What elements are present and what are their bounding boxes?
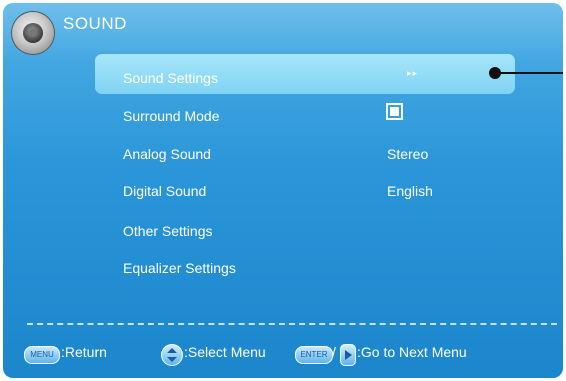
sound-menu-screen: SOUND Sound Settings ▸▸ Surround Mode An… (3, 3, 563, 378)
analog-sound-value: Stereo (387, 146, 429, 162)
menu-item-sound-settings[interactable]: Sound Settings (123, 70, 218, 86)
speaker-icon (12, 12, 54, 54)
menu-item-other-settings[interactable]: Other Settings (123, 223, 213, 239)
checkbox-checked-icon (390, 107, 399, 116)
menu-item-equalizer-settings[interactable]: Equalizer Settings (123, 260, 236, 276)
digital-sound-value: English (387, 183, 433, 199)
next-menu-hint: :Go to Next Menu (357, 344, 467, 360)
enter-key-icon[interactable]: ENTER (295, 346, 333, 364)
menu-title: SOUND (63, 14, 127, 33)
speaker-cap (29, 29, 37, 37)
key-separator: / (332, 344, 336, 360)
menu-item-surround-mode[interactable]: Surround Mode (123, 108, 220, 124)
callout-line (499, 72, 563, 74)
select-menu-hint: :Select Menu (184, 344, 266, 360)
return-hint: :Return (61, 344, 107, 360)
right-arrow-key-icon[interactable] (340, 344, 356, 366)
menu-key-icon[interactable]: MENU (24, 346, 60, 364)
menu-item-analog-sound[interactable]: Analog Sound (123, 146, 211, 162)
up-down-key-icon[interactable] (161, 344, 183, 366)
surround-mode-checkbox[interactable] (386, 103, 403, 120)
menu-item-digital-sound[interactable]: Digital Sound (123, 183, 206, 199)
submenu-arrow-icon: ▸▸ (407, 68, 419, 78)
footer-divider (27, 323, 557, 325)
